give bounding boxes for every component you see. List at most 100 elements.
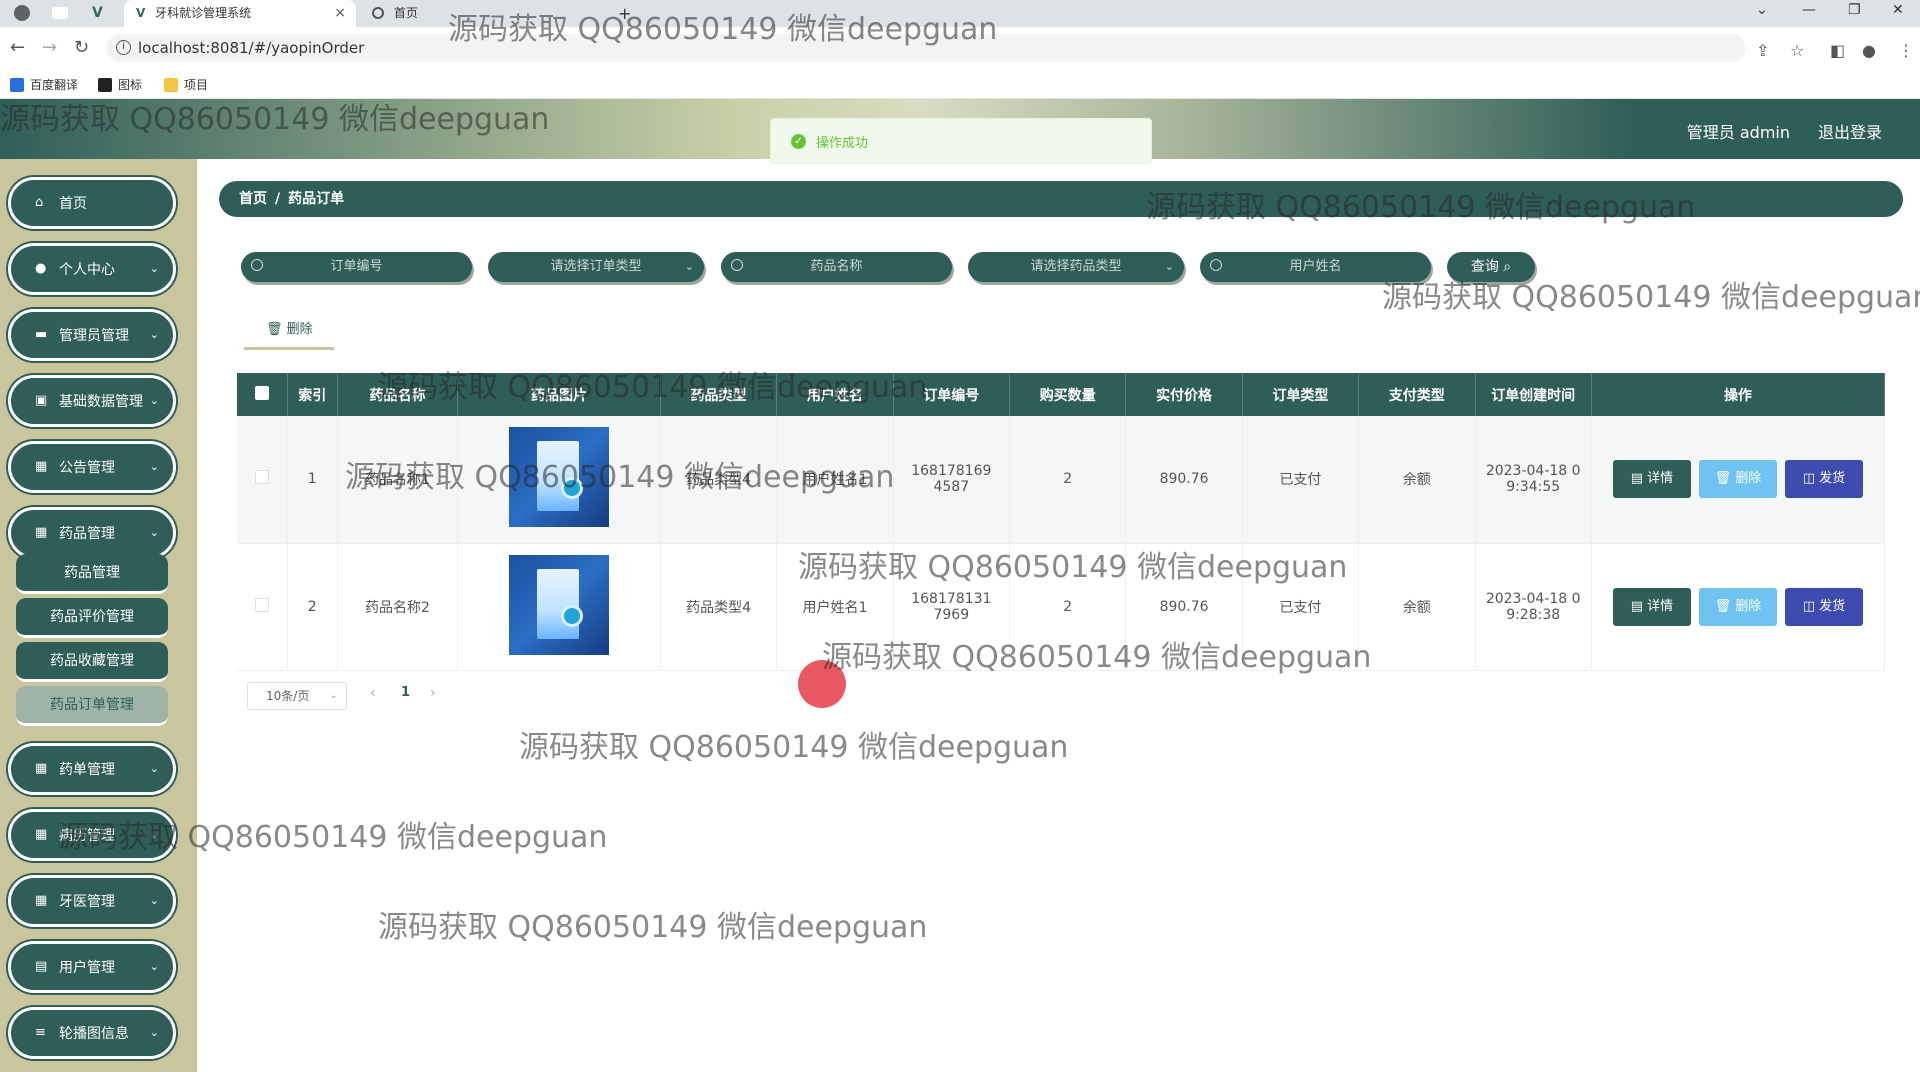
delete-label: 删除 [1735, 598, 1762, 614]
close-window-icon[interactable]: ✕ [1892, 2, 1904, 18]
clipboard-icon: ▤ [35, 959, 48, 974]
sidebar-item-label: 管理员管理 [59, 328, 129, 344]
sidebar-item-users[interactable]: ▤ 用户管理 ⌄ [8, 941, 176, 993]
sidebar-subitem-drug-favorites[interactable]: 药品收藏管理 [16, 642, 168, 682]
bookmark-project[interactable]: 项目 [164, 76, 208, 93]
column-header: 实付价格 [1125, 373, 1243, 416]
back-icon[interactable]: ← [10, 37, 25, 58]
prev-page-button[interactable]: ‹ [370, 685, 376, 701]
sidebar-item-label: 用户管理 [59, 960, 115, 976]
cell-actions: ▤ 详情 🗑 删除 ◫ 发货 [1591, 416, 1886, 544]
bookmark-label: 百度翻译 [30, 78, 79, 92]
cell-drug-type: 药品类型4 [660, 543, 778, 671]
page-size-select[interactable]: 10条/页 ⌄ [247, 682, 347, 710]
cell-index: 2 [287, 543, 338, 671]
cell-user-name: 用户姓名1 [776, 416, 894, 544]
sidebar-subitem-drug-reviews[interactable]: 药品评价管理 [16, 598, 168, 638]
detail-button[interactable]: ▤ 详情 [1612, 587, 1691, 626]
bookmark-label: 图标 [118, 78, 143, 92]
sidebar-item-label: 牙医管理 [59, 894, 115, 910]
bookmark-translate[interactable]: 百度翻译 [10, 76, 78, 93]
select-all-header[interactable] [237, 373, 288, 416]
vue-icon[interactable]: V [92, 5, 108, 21]
tab-home[interactable]: 首页 [362, 0, 582, 27]
tab-title: 首页 [393, 6, 418, 20]
logout-button[interactable]: 退出登录 [1818, 119, 1882, 143]
delete-button[interactable]: 🗑 删除 [1698, 587, 1777, 626]
sidebar-item-notices[interactable]: ▦ 公告管理 ⌄ [8, 441, 176, 493]
share-icon[interactable]: ⇪ [1756, 41, 1769, 60]
drug-image [509, 427, 610, 528]
cell-price: 890.76 [1125, 543, 1243, 671]
delete-button[interactable]: 🗑 删除 [1698, 460, 1777, 499]
sidebar: ⌂ 首页 ● 个人中心 ⌄ ▬ 管理员管理 ⌄ ▣ 基础数据管理 ⌄ ▦ 公告管… [0, 159, 197, 1072]
batch-delete-button[interactable]: 🗑 删除 [266, 318, 313, 337]
row-checkbox[interactable] [254, 597, 269, 612]
grid-icon: ▦ [35, 459, 48, 474]
chevron-down-icon: ⌄ [149, 1026, 159, 1039]
more-icon[interactable]: ⋮ [1898, 41, 1914, 60]
drug-name-search-input[interactable]: 药品名称 [721, 252, 952, 282]
star-icon[interactable]: ☆ [1790, 41, 1804, 60]
sidebar-item-drugs[interactable]: ▦ 药品管理 ⌄ [8, 507, 176, 559]
tab-close-icon[interactable]: × [334, 0, 346, 27]
sidebar-subitem-drug-orders[interactable]: 药品订单管理 [16, 686, 168, 726]
sidebar-item-records[interactable]: ▦ 病历管理 ⌄ [8, 809, 176, 861]
restore-icon[interactable]: ❐ [1848, 2, 1861, 18]
bookmark-icons[interactable]: 图标 [98, 76, 142, 93]
sidepanel-icon[interactable]: ◧ [1830, 41, 1845, 60]
order-no-search-input[interactable]: 订单编号 [241, 252, 472, 282]
row-select-cell [237, 416, 288, 544]
query-button[interactable]: 查询 ⌕ [1447, 252, 1535, 282]
minimize-icon[interactable]: — [1802, 2, 1816, 18]
chrome-icon[interactable] [14, 5, 30, 21]
search-placeholder: 用户姓名 [1289, 259, 1342, 274]
page-icon[interactable] [52, 7, 68, 19]
user-name-search-input[interactable]: 用户姓名 [1200, 252, 1431, 282]
reload-icon[interactable]: ↻ [74, 37, 89, 58]
ship-button[interactable]: ◫ 发货 [1784, 587, 1863, 626]
detail-button[interactable]: ▤ 详情 [1612, 460, 1691, 499]
drug-type-select[interactable]: 请选择药品类型 ⌄ [968, 252, 1184, 282]
detail-label: 详情 [1647, 598, 1674, 614]
select-placeholder: 请选择订单类型 [550, 259, 642, 274]
ship-button[interactable]: ◫ 发货 [1784, 460, 1863, 499]
sidebar-item-carousel[interactable]: ≡ 轮播图信息 ⌄ [8, 1007, 176, 1059]
column-header: 药品类型 [660, 373, 778, 416]
info-icon[interactable]: i [116, 40, 131, 55]
sidebar-item-home[interactable]: ⌂ 首页 [8, 177, 176, 229]
url-field[interactable]: i localhost:8081/#/yaopinOrder [106, 34, 1746, 62]
sidebar-subitem-drugs[interactable]: 药品管理 [16, 554, 168, 594]
next-page-button[interactable]: › [430, 685, 436, 701]
search-icon [1210, 259, 1222, 271]
sidebar-item-label: 个人中心 [59, 262, 115, 278]
column-header: 订单编号 [893, 373, 1011, 416]
chevron-down-icon: ⌄ [684, 260, 694, 273]
profile-icon[interactable]: ● [1862, 41, 1876, 60]
cell-drug-image [457, 416, 661, 544]
row-checkbox[interactable] [254, 470, 269, 485]
bookmarks-bar: 百度翻译 图标 项目 [0, 69, 1920, 99]
select-all-checkbox[interactable] [254, 385, 269, 400]
column-header: 用户姓名 [776, 373, 894, 416]
sidebar-item-dentists[interactable]: ▦ 牙医管理 ⌄ [8, 875, 176, 927]
chevron-down-icon: ⌄ [329, 690, 338, 701]
sidebar-item-prescriptions[interactable]: ▦ 药单管理 ⌄ [8, 743, 176, 795]
tab-search-icon[interactable]: ⌄ [1756, 2, 1768, 18]
tab-active[interactable]: V 牙科就诊管理系统 × [124, 0, 356, 27]
search-placeholder: 药品名称 [810, 259, 863, 274]
breadcrumb-home[interactable]: 首页 [239, 191, 267, 207]
sidebar-item-label: 病历管理 [59, 828, 115, 844]
page-number-1[interactable]: 1 [401, 685, 410, 700]
sidebar-item-profile[interactable]: ● 个人中心 ⌄ [8, 243, 176, 295]
order-type-select[interactable]: 请选择订单类型 ⌄ [488, 252, 704, 282]
mouse-cursor-highlight [798, 660, 846, 708]
table-row: 2 药品名称2 药品类型4 用户姓名1 1681781317969 2 890.… [237, 543, 1886, 671]
menu-icon: ≡ [35, 1025, 46, 1040]
chevron-down-icon: ⌄ [149, 828, 159, 841]
cell-order-type: 已支付 [1242, 543, 1360, 671]
sidebar-item-basedata[interactable]: ▣ 基础数据管理 ⌄ [8, 375, 176, 427]
new-tab-button[interactable]: + [618, 0, 631, 27]
sidebar-item-admins[interactable]: ▬ 管理员管理 ⌄ [8, 309, 176, 361]
forward-icon[interactable]: → [42, 37, 57, 58]
